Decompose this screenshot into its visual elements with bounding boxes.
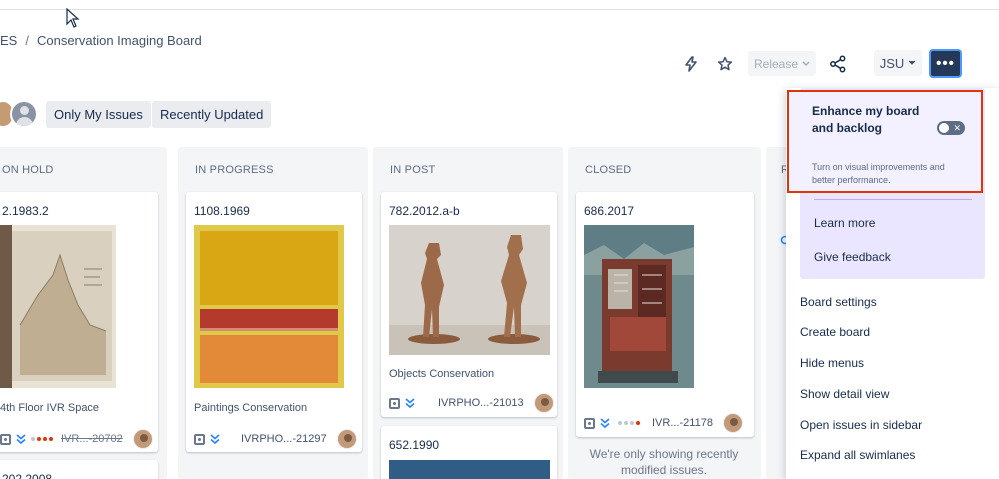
card-issue-id[interactable]: IVRPHO...-21297 <box>241 433 327 445</box>
card-footer: IVR...-21178 <box>584 413 743 433</box>
column-title: CLOSED <box>585 164 632 176</box>
avatar <box>336 429 357 449</box>
menu-item-open-issues-sidebar[interactable]: Open issues in sidebar <box>800 418 922 432</box>
more-actions-menu: Enhance my board and backlog ✕ Turn on v… <box>786 88 999 479</box>
avatar <box>132 429 153 449</box>
more-actions-button[interactable]: ••• <box>929 49 962 78</box>
artwork-image <box>584 225 694 388</box>
card-issue-id[interactable]: IVR...-20702 <box>61 433 123 445</box>
progress-dots <box>31 437 53 441</box>
breadcrumb-prefix[interactable]: ES <box>0 33 17 48</box>
enhance-toggle[interactable]: ✕ <box>937 121 965 135</box>
card-key: 782.2012.a-b <box>389 204 460 218</box>
user-label: JSU <box>879 55 905 71</box>
recently-updated-filter[interactable]: Recently Updated <box>152 101 272 128</box>
card-location: 4th Floor IVR Space <box>0 402 100 414</box>
card-key: 686.2017 <box>584 204 635 218</box>
card-key: 2.1983.2 <box>2 204 49 218</box>
automation-button[interactable] <box>677 50 705 78</box>
priority-lowest-icon <box>16 434 26 445</box>
lightning-icon <box>685 56 697 72</box>
only-my-issues-filter[interactable]: Only My Issues <box>46 101 151 128</box>
menu-item-hide-menus[interactable]: Hide menus <box>800 356 864 370</box>
card-footer: IVR...-20702 <box>0 429 153 449</box>
priority-lowest-icon <box>600 418 610 429</box>
progress-dots <box>618 421 640 425</box>
avatar <box>533 393 554 413</box>
column-title: ON HOLD <box>2 164 54 176</box>
story-icon <box>0 433 11 445</box>
release-label: Release <box>753 56 799 71</box>
release-button[interactable]: Release <box>748 51 816 76</box>
card[interactable]: 1108.1969 Paintings Conservation IVRPHO.… <box>186 192 362 452</box>
column-title: IN POST <box>390 164 436 176</box>
share-icon <box>830 55 846 73</box>
enhance-title: Enhance my board and backlog <box>812 104 920 135</box>
cursor-icon <box>66 8 80 28</box>
close-icon: ✕ <box>953 123 961 133</box>
menu-item-give-feedback[interactable]: Give feedback <box>814 250 891 264</box>
menu-item-learn-more[interactable]: Learn more <box>814 216 875 230</box>
star-icon <box>717 56 733 71</box>
card-issue-id[interactable]: IVRPHO...-21013 <box>438 397 524 409</box>
story-icon <box>194 433 205 445</box>
enhance-divider <box>814 199 972 200</box>
column-closed: CLOSED 686.2017 IVR...-21178 <box>568 147 761 479</box>
card[interactable]: 202.2008 <box>0 460 158 479</box>
card-department: Paintings Conservation <box>194 402 308 414</box>
user-dropdown[interactable]: JSU <box>874 50 922 76</box>
column-in-post: IN POST 782.2012.a-b Objects Conservatio… <box>373 147 563 479</box>
column-title: IN PROGRESS <box>195 164 274 176</box>
chevron-down-icon <box>802 60 810 66</box>
breadcrumb-separator: / <box>25 33 29 48</box>
artwork-image <box>0 225 116 388</box>
artwork-image <box>389 460 550 479</box>
card[interactable]: 686.2017 IVR...-21178 <box>576 192 754 437</box>
card-issue-id[interactable]: IVR...-21178 <box>652 417 713 429</box>
share-button[interactable] <box>824 50 852 78</box>
top-divider <box>0 9 999 10</box>
chevron-down-icon <box>908 60 916 65</box>
card[interactable]: 652.1990 <box>381 426 557 479</box>
column-on-hold: ON HOLD 2.1983.2 4th Floor IVR Space IVR… <box>0 147 167 479</box>
breadcrumb: ES / Conservation Imaging Board <box>0 33 202 48</box>
recent-issues-notice: We're only showing recently modified iss… <box>589 447 739 477</box>
more-icon: ••• <box>936 55 955 72</box>
card-footer: IVRPHO...-21297 <box>194 429 357 449</box>
card-key: 652.1990 <box>389 438 440 452</box>
card[interactable]: 782.2012.a-b Objects Conservation IVRPHO… <box>381 192 557 417</box>
priority-lowest-icon <box>405 398 415 409</box>
column-in-progress: IN PROGRESS 1108.1969 Paintings Conserva… <box>178 147 368 479</box>
breadcrumb-current[interactable]: Conservation Imaging Board <box>37 33 202 48</box>
card-key: 202.2008 <box>2 472 53 479</box>
story-icon <box>584 417 595 429</box>
card-key: 1108.1969 <box>194 204 250 218</box>
card[interactable]: 2.1983.2 4th Floor IVR Space IVR...-2070… <box>0 192 158 452</box>
unassigned-avatar[interactable] <box>10 100 38 128</box>
assignee-filter <box>0 100 38 128</box>
menu-item-expand-swimlanes[interactable]: Expand all swimlanes <box>800 448 915 462</box>
story-icon <box>389 397 400 409</box>
card-department: Objects Conservation <box>389 368 495 380</box>
menu-item-create-board[interactable]: Create board <box>800 325 870 339</box>
enhance-description: Turn on visual improvements and better p… <box>812 162 945 185</box>
menu-item-board-settings[interactable]: Board settings <box>800 295 877 309</box>
menu-item-show-detail-view[interactable]: Show detail view <box>800 387 889 401</box>
priority-lowest-icon <box>210 434 220 445</box>
artwork-image <box>389 225 550 355</box>
avatar <box>722 413 743 433</box>
artwork-image <box>194 225 344 388</box>
star-button[interactable] <box>711 50 739 78</box>
card-footer: IVRPHO...-21013 <box>389 393 554 413</box>
